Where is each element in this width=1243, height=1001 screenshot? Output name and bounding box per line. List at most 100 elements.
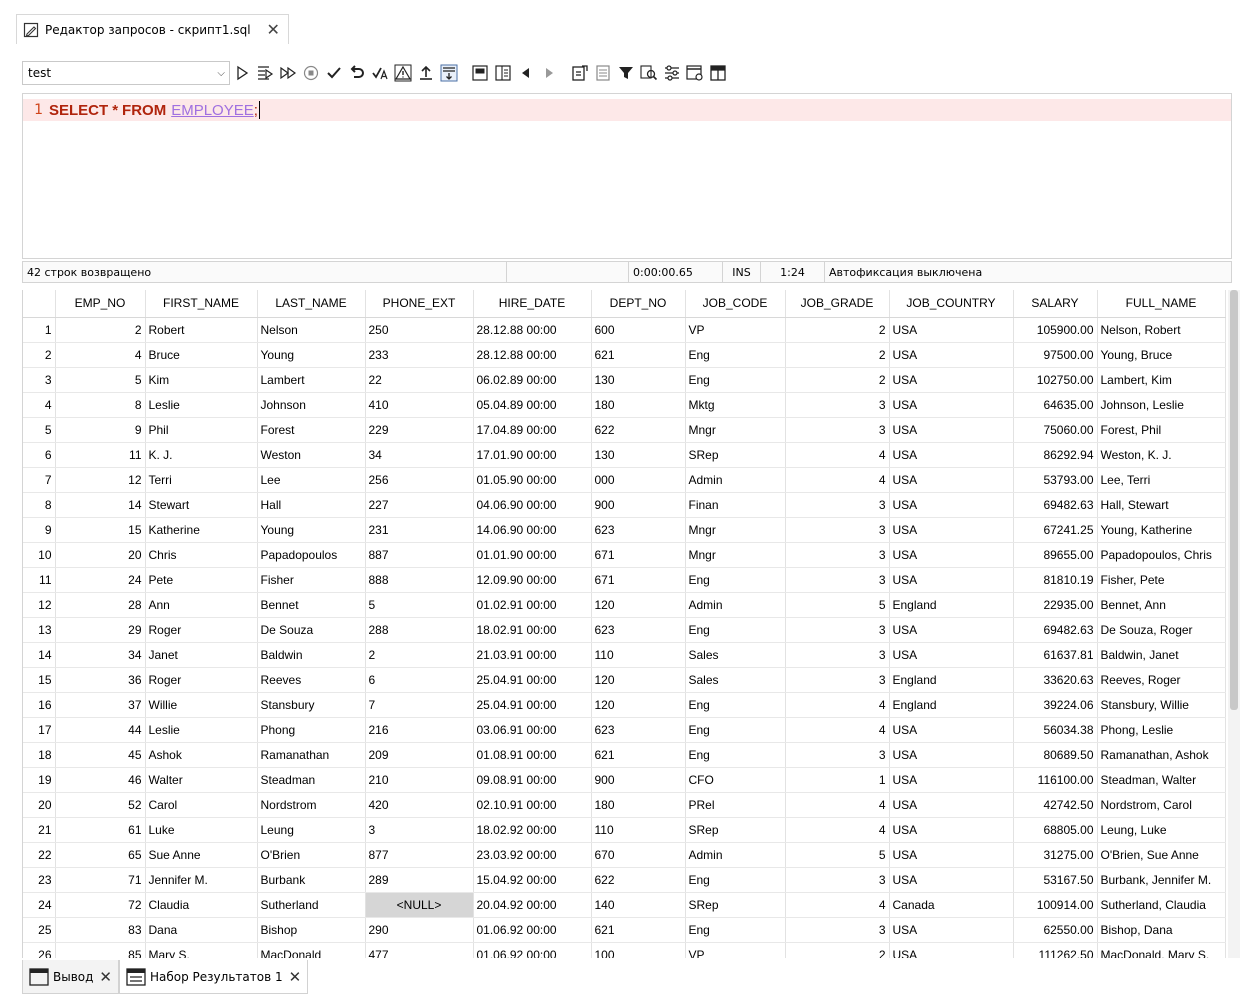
grid-cell[interactable]: Luke bbox=[145, 817, 258, 843]
grid-cell[interactable]: 3 bbox=[785, 392, 890, 418]
grid-cell[interactable]: 5 bbox=[365, 592, 474, 618]
table-row[interactable]: 19 46 Walter Steadman 210 09.08.91 00:00 900 CF… bbox=[23, 767, 1226, 793]
grid-cell[interactable]: 45 bbox=[55, 742, 146, 768]
grid-cell[interactable]: 68805.00 bbox=[1013, 817, 1098, 843]
grid-cell[interactable]: 622 bbox=[591, 417, 686, 443]
grid-cell[interactable]: Admin bbox=[685, 592, 786, 618]
grid-cell[interactable]: 53167.50 bbox=[1013, 867, 1098, 893]
row-number[interactable]: 6 bbox=[23, 442, 56, 468]
fetch-all-button[interactable] bbox=[438, 62, 460, 84]
grid-cell[interactable]: USA bbox=[889, 542, 1014, 568]
grid-cell[interactable]: Bruce bbox=[145, 342, 258, 368]
grid-cell[interactable]: 2 bbox=[785, 342, 890, 368]
grid-cell[interactable]: Burbank bbox=[257, 867, 366, 893]
rollback-button[interactable] bbox=[346, 62, 368, 84]
grid-cell[interactable]: 120 bbox=[591, 667, 686, 693]
grid-cell[interactable]: 69482.63 bbox=[1013, 617, 1098, 643]
grid-cell[interactable]: USA bbox=[889, 842, 1014, 868]
grid-cell[interactable]: 900 bbox=[591, 492, 686, 518]
grid-corner[interactable] bbox=[23, 290, 56, 318]
grid-cell[interactable]: De Souza, Roger bbox=[1097, 617, 1226, 643]
tab-resultset[interactable]: Набор Результатов 1 ✕ bbox=[119, 960, 309, 994]
grid-cell[interactable]: Phong, Leslie bbox=[1097, 717, 1226, 743]
grid-cell[interactable]: Lambert bbox=[257, 367, 366, 393]
grid-cell[interactable]: 3 bbox=[785, 542, 890, 568]
grid-cell[interactable]: Bishop, Dana bbox=[1097, 917, 1226, 943]
grid-cell[interactable]: 36 bbox=[55, 667, 146, 693]
grid-cell[interactable]: USA bbox=[889, 442, 1014, 468]
row-number[interactable]: 9 bbox=[23, 517, 56, 543]
grid-cell[interactable]: 3 bbox=[785, 417, 890, 443]
grid-cell[interactable]: 877 bbox=[365, 842, 474, 868]
grid-cell[interactable]: USA bbox=[889, 617, 1014, 643]
grid-cell[interactable]: 69482.63 bbox=[1013, 492, 1098, 518]
grid-cell[interactable]: Papadopoulos, Chris bbox=[1097, 542, 1226, 568]
grid-cell[interactable]: 4 bbox=[55, 342, 146, 368]
grid-cell[interactable]: 85 bbox=[55, 942, 146, 958]
grid-cell[interactable]: Ann bbox=[145, 592, 258, 618]
grid-cell[interactable]: Eng bbox=[685, 917, 786, 943]
grid-cell[interactable]: USA bbox=[889, 342, 1014, 368]
grid-cell[interactable]: PRel bbox=[685, 792, 786, 818]
grid-cell[interactable]: Sales bbox=[685, 667, 786, 693]
execute-button[interactable] bbox=[231, 62, 253, 84]
grid-cell[interactable]: Bishop bbox=[257, 917, 366, 943]
grid-cell[interactable]: Eng bbox=[685, 567, 786, 593]
grid-cell[interactable]: 04.06.90 00:00 bbox=[473, 492, 592, 518]
grid-cell[interactable]: Robert bbox=[145, 317, 258, 343]
grid-cell[interactable]: Claudia bbox=[145, 892, 258, 918]
row-number[interactable]: 7 bbox=[23, 467, 56, 493]
grid-cell[interactable]: 22935.00 bbox=[1013, 592, 1098, 618]
grid-cell[interactable]: USA bbox=[889, 642, 1014, 668]
grid-cell[interactable]: SRep bbox=[685, 817, 786, 843]
grid-cell[interactable]: 105900.00 bbox=[1013, 317, 1098, 343]
grid-cell[interactable]: 17.01.90 00:00 bbox=[473, 442, 592, 468]
row-number[interactable]: 4 bbox=[23, 392, 56, 418]
grid-cell[interactable]: O'Brien bbox=[257, 842, 366, 868]
grid-cell[interactable]: 216 bbox=[365, 717, 474, 743]
grid-cell[interactable]: USA bbox=[889, 367, 1014, 393]
row-number[interactable]: 23 bbox=[23, 867, 56, 893]
grid-cell[interactable]: 2 bbox=[785, 942, 890, 958]
grid-cell[interactable]: Baldwin, Janet bbox=[1097, 642, 1226, 668]
grid-cell[interactable]: 4 bbox=[785, 467, 890, 493]
grid-cell[interactable]: 180 bbox=[591, 392, 686, 418]
grid-cell[interactable]: 97500.00 bbox=[1013, 342, 1098, 368]
grid-cell[interactable]: 1 bbox=[785, 767, 890, 793]
grid-cell[interactable]: Mary S. bbox=[145, 942, 258, 958]
grid-cell[interactable]: 600 bbox=[591, 317, 686, 343]
grid-cell[interactable]: Sales bbox=[685, 642, 786, 668]
grid-cell[interactable]: 288 bbox=[365, 617, 474, 643]
grid-cell[interactable]: USA bbox=[889, 917, 1014, 943]
export-button[interactable] bbox=[415, 62, 437, 84]
grid-cell[interactable]: Stansbury bbox=[257, 692, 366, 718]
grid-cell[interactable]: 83 bbox=[55, 917, 146, 943]
grid-cell[interactable]: 3 bbox=[785, 642, 890, 668]
grid-cell[interactable]: Carol bbox=[145, 792, 258, 818]
grid-cell[interactable]: 28.12.88 00:00 bbox=[473, 342, 592, 368]
grid-cell[interactable]: Lee, Terri bbox=[1097, 467, 1226, 493]
grid-cell[interactable]: 671 bbox=[591, 542, 686, 568]
grid-cell[interactable]: Lee bbox=[257, 467, 366, 493]
close-icon[interactable]: ✕ bbox=[289, 968, 302, 986]
grid-cell[interactable]: 670 bbox=[591, 842, 686, 868]
export-data-button[interactable] bbox=[569, 62, 591, 84]
grid-cell[interactable]: 21.03.91 00:00 bbox=[473, 642, 592, 668]
grid-cell[interactable]: Katherine bbox=[145, 517, 258, 543]
row-number[interactable]: 10 bbox=[23, 542, 56, 568]
grid-cell[interactable]: Eng bbox=[685, 742, 786, 768]
table-identifier[interactable]: EMPLOYEE bbox=[171, 102, 254, 119]
grid-cell[interactable]: 80689.50 bbox=[1013, 742, 1098, 768]
grid-cell[interactable]: 18.02.91 00:00 bbox=[473, 617, 592, 643]
editor-tab-script1[interactable]: Редактор запросов - скрипт1.sql ✕ bbox=[16, 14, 289, 44]
grid-cell[interactable]: 15 bbox=[55, 517, 146, 543]
grid-cell[interactable]: 233 bbox=[365, 342, 474, 368]
grid-cell[interactable]: Stansbury, Willie bbox=[1097, 692, 1226, 718]
grid-cell[interactable]: 28.12.88 00:00 bbox=[473, 317, 592, 343]
grid-cell[interactable]: 2 bbox=[785, 367, 890, 393]
grid-cell[interactable]: 09.08.91 00:00 bbox=[473, 767, 592, 793]
grid-cell[interactable]: 34 bbox=[55, 642, 146, 668]
grid-cell[interactable]: Sutherland bbox=[257, 892, 366, 918]
grid-cell[interactable]: USA bbox=[889, 492, 1014, 518]
row-number[interactable]: 22 bbox=[23, 842, 56, 868]
